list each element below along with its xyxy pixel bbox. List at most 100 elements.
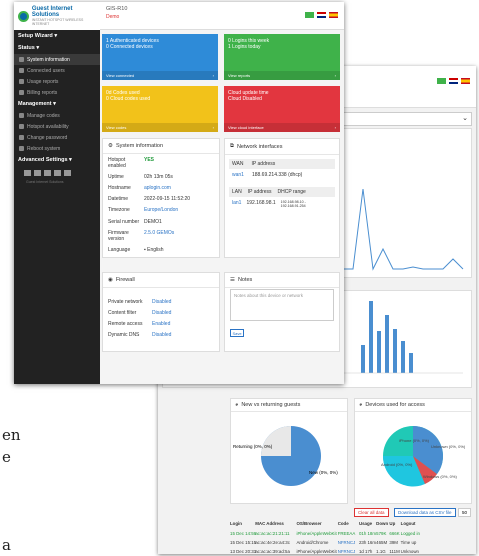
- status-menu[interactable]: Status ▾: [14, 42, 100, 54]
- col-login[interactable]: Login: [230, 521, 254, 526]
- row-key: Remote access: [108, 320, 143, 327]
- lan-interface[interactable]: lan1: [232, 200, 241, 208]
- wan-row: wan1 188.69.214.338 (dhcp): [229, 169, 335, 181]
- info-icon: [19, 57, 24, 62]
- sidebar-item-label: Reboot system: [27, 145, 61, 152]
- chevron-right-icon: ›: [334, 125, 336, 130]
- chevron-right-icon: ›: [212, 73, 214, 78]
- twitter-icon[interactable]: [34, 170, 41, 176]
- firewall-row: Remote access Enabled: [103, 318, 219, 329]
- col-up[interactable]: Up: [389, 521, 399, 526]
- power-icon: [19, 146, 24, 151]
- cell-os: Android/Chrome: [296, 540, 329, 545]
- firewall-panel: ◉ Firewall Private network Disabled Conten…: [102, 272, 220, 352]
- network-panel: ⧉ Network interfaces WAN IP address wan1 …: [224, 138, 340, 258]
- col-code[interactable]: Code: [338, 521, 358, 526]
- home-icon[interactable]: [305, 12, 314, 18]
- management-label: Management: [18, 101, 52, 107]
- notes-textarea[interactable]: Notes about this device or network: [230, 289, 334, 321]
- cell-up: 111M: [389, 549, 400, 554]
- tile-devices[interactable]: 1 Authenticated devices 0 Connected devi…: [102, 34, 218, 80]
- row-key: Content filter: [108, 309, 137, 316]
- row-key: Datetime: [108, 196, 129, 203]
- page-size-select[interactable]: 50: [458, 508, 472, 517]
- facebook-icon[interactable]: [24, 170, 31, 176]
- clear-data-button[interactable]: Clear all data: [354, 508, 389, 517]
- cell-logout: Time up: [400, 540, 417, 545]
- language-flags[interactable]: [437, 78, 470, 84]
- col-mac[interactable]: MAC Address: [255, 521, 295, 526]
- col-usage[interactable]: Usage: [359, 521, 375, 526]
- logo[interactable]: Guest Internet Solutions INSTANT HOTSPOT…: [14, 2, 100, 30]
- bg-text-2: e: [2, 448, 11, 466]
- col-os[interactable]: OS/Browser: [296, 521, 336, 526]
- management-menu[interactable]: Management ▾: [14, 98, 100, 110]
- flag-uk-icon[interactable]: [449, 78, 458, 84]
- cell-code[interactable]: NFRNCJ: [338, 540, 358, 545]
- web-icon[interactable]: [44, 170, 51, 176]
- col-down[interactable]: Down: [376, 521, 388, 526]
- home-icon[interactable]: [437, 78, 446, 84]
- cell-down: 1.1G: [376, 549, 386, 554]
- cell-logout: Logged in: [400, 531, 420, 536]
- tile-footer[interactable]: View codes ›: [102, 123, 218, 132]
- row-value: DEMO1: [144, 218, 162, 225]
- chevron-right-icon: ›: [212, 125, 214, 130]
- sidebar: Guest Internet Solutions INSTANT HOTSPOT…: [14, 2, 100, 384]
- row-value[interactable]: 2.5.0 GEMOs: [144, 230, 174, 242]
- flag-uk-icon[interactable]: [317, 12, 326, 18]
- gear-icon: ⚙: [108, 143, 113, 149]
- flag-es-icon[interactable]: [461, 78, 470, 84]
- firewall-row: Private network Disabled: [103, 296, 219, 307]
- advanced-settings-label: Advanced Settings: [18, 157, 68, 163]
- row-value[interactable]: Disabled: [152, 299, 171, 305]
- row-value[interactable]: ▪ English: [144, 247, 164, 253]
- sidebar-item-reboot-system[interactable]: Reboot system: [14, 143, 100, 154]
- row-value[interactable]: Disabled: [152, 310, 171, 316]
- sidebar-item-manage-codes[interactable]: Manage codes: [14, 110, 100, 121]
- row-key: Timezone: [108, 207, 130, 214]
- cell-down: 579K: [376, 531, 387, 536]
- pie2-label-windows: Windows (0%, 0%): [423, 474, 457, 479]
- tile-footer[interactable]: View connected ›: [102, 71, 218, 80]
- tile-codes[interactable]: 0d Codes used 0 Cloud codes used View co…: [102, 86, 218, 132]
- linkedin-icon[interactable]: [54, 170, 61, 176]
- download-csv-button[interactable]: Download data as CSV file: [394, 508, 456, 517]
- logo-name: Guest Internet Solutions: [31, 6, 73, 18]
- tile-footer[interactable]: View reports ›: [224, 71, 340, 80]
- cell-code[interactable]: NFRNCJ: [338, 549, 358, 554]
- row-value[interactable]: Enabled: [152, 321, 170, 327]
- tile-logins[interactable]: 0 Logins this week 1 Logins today View r…: [224, 34, 340, 80]
- sidebar-item-change-password[interactable]: Change password: [14, 132, 100, 143]
- tile-footer[interactable]: View cloud interface ›: [224, 123, 340, 132]
- advanced-settings-menu[interactable]: Advanced Settings ▾: [14, 154, 100, 166]
- system-info-row: Hostname aplogin.com: [103, 182, 219, 193]
- sidebar-item-system-information[interactable]: System information: [14, 54, 100, 65]
- lan-ip-header: IP address: [247, 189, 272, 195]
- sidebar-item-connected-users[interactable]: Connected users: [14, 65, 100, 76]
- sidebar-item-label: Billing reports: [27, 89, 58, 96]
- row-value[interactable]: Disabled: [152, 332, 171, 338]
- table-row[interactable]: 15 Dec 15:15 ac:ac:4e:2e:a4:3c Android/C…: [230, 540, 416, 545]
- table-row[interactable]: 15 Dec 14:59 ac:ac:ac:21:21:11 iPhone/Ap…: [230, 531, 420, 536]
- setup-wizard-menu[interactable]: Setup Wizard ▾: [14, 30, 100, 42]
- col-logout[interactable]: Logout: [401, 521, 416, 526]
- chevron-down-icon: ⌄: [462, 115, 468, 122]
- sidebar-item-hotspot-availability[interactable]: Hotspot availability: [14, 121, 100, 132]
- sidebar-item-label: System information: [27, 56, 70, 63]
- row-value[interactable]: aplogin.com: [144, 185, 171, 191]
- row-value[interactable]: Europe/London: [144, 207, 178, 213]
- sidebar-item-label: Hotspot availability: [27, 123, 69, 130]
- flag-es-icon[interactable]: [329, 12, 338, 18]
- cell-usage: 01h 18m: [358, 531, 377, 536]
- save-button[interactable]: Save: [230, 329, 244, 337]
- language-flags[interactable]: [305, 12, 338, 18]
- youtube-icon[interactable]: [64, 170, 71, 176]
- sidebar-item-billing-reports[interactable]: Billing reports: [14, 87, 100, 98]
- sidebar-item-usage-reports[interactable]: Usage reports: [14, 76, 100, 87]
- firewall-row: Content filter Disabled: [103, 307, 219, 318]
- wan-interface[interactable]: wan1: [232, 172, 244, 178]
- tile-cloud[interactable]: Cloud update time Cloud Disabled View cl…: [224, 86, 340, 132]
- table-row[interactable]: 13 Dec 20:33 ac:ac:ac:39:ad:5a iPhone/Ap…: [230, 549, 419, 554]
- cell-code[interactable]: FREEAA: [338, 531, 358, 536]
